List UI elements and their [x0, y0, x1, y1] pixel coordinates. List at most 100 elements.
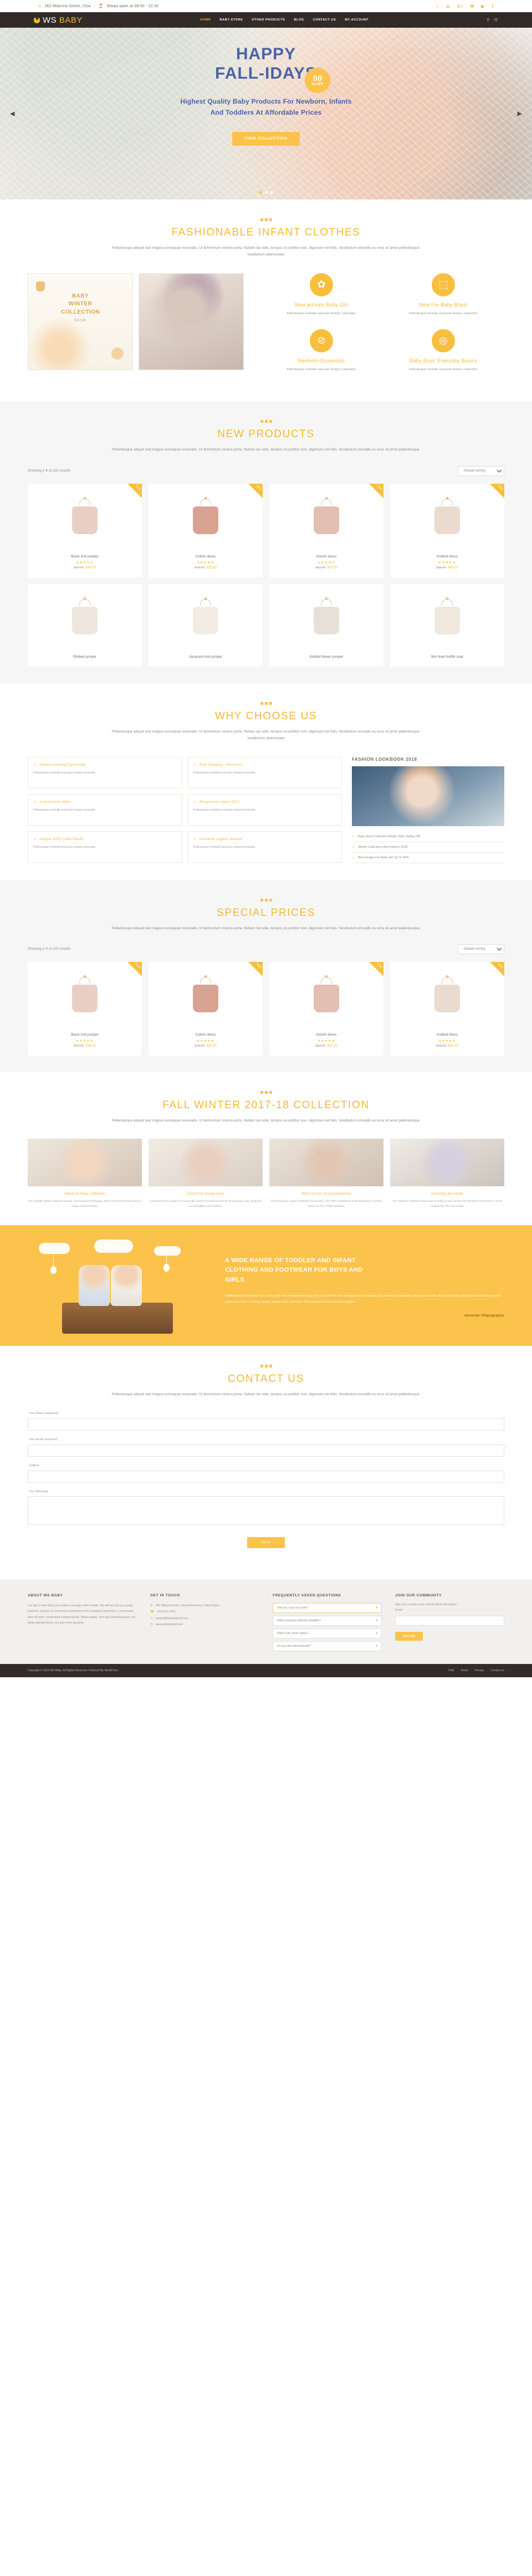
- product-image[interactable]: Sale!: [28, 483, 142, 549]
- shop-toolbar: Showing 1-8 of 122 results Default sorti…: [28, 465, 504, 476]
- collection-image: [390, 1139, 504, 1187]
- why-card[interactable]: ✓ Cool Custom Slider Pellentesque molestie…: [28, 793, 182, 826]
- name-input[interactable]: [28, 1418, 504, 1431]
- hero-pagination[interactable]: [259, 191, 273, 194]
- product-name: Cotton dress: [195, 554, 216, 559]
- footer-link-faq[interactable]: FAQ: [448, 1669, 454, 1672]
- facebook-icon[interactable]: f: [492, 4, 493, 9]
- subject-field-label: Subject: [29, 1463, 39, 1467]
- results-count: Showing 1-8 of 122 results: [28, 469, 70, 473]
- lookbook-list: ✓ Baby Boy's Collection Winter Style Sell…: [352, 832, 504, 863]
- collection-card[interactable]: Dressing Like Adults The Children's Colle…: [390, 1139, 504, 1208]
- hero-dot-1[interactable]: [259, 191, 262, 194]
- product-image[interactable]: [149, 583, 263, 649]
- why-card[interactable]: ✓ Customer support services Pellentesque m…: [187, 831, 342, 863]
- hero-dot-3[interactable]: [270, 191, 273, 194]
- feature-card[interactable]: ⊘ Newborn Essentials Pellentesque molest…: [260, 329, 382, 373]
- hero-dot-2[interactable]: [264, 191, 268, 194]
- search-icon[interactable]: ⚲: [487, 18, 489, 22]
- product-image[interactable]: Sale!: [149, 483, 263, 549]
- product-image[interactable]: Sale!: [269, 961, 383, 1027]
- product-price: $58.00 $42.00: [436, 1044, 458, 1048]
- message-textarea[interactable]: [28, 1496, 504, 1525]
- product-image[interactable]: Sale!: [149, 961, 263, 1027]
- footer-link-privacy[interactable]: Privacy: [475, 1669, 484, 1672]
- twitter-icon[interactable]: ✉: [470, 4, 474, 9]
- send-button[interactable]: Send: [247, 1537, 285, 1548]
- faq-item[interactable]: How do I track my order? ▾: [273, 1602, 382, 1613]
- faq-item[interactable]: What is the return policy? ▾: [273, 1628, 382, 1638]
- product-card[interactable]: Sale! Cotton dress ★★★★★ $48.00 $32.00: [149, 961, 263, 1056]
- linkedin-icon[interactable]: in: [446, 4, 450, 9]
- email-input[interactable]: [28, 1444, 504, 1457]
- product-card[interactable]: Sale! Basic knit jumper ★★★★★ $54.00 $39.00: [28, 961, 142, 1056]
- product-card[interactable]: Sale! Denim dress ★★★★★ $52.00 $37.00: [269, 961, 383, 1056]
- product-image[interactable]: [390, 583, 504, 649]
- cart-icon[interactable]: 🛒: [494, 18, 499, 22]
- product-image[interactable]: [28, 583, 142, 649]
- youtube-icon[interactable]: ▶: [481, 4, 484, 9]
- why-card[interactable]: ✓ Unique 100% Quick Result Pellentesque mo…: [28, 831, 182, 863]
- sort-select[interactable]: Default sorting: [458, 944, 504, 954]
- product-image[interactable]: Sale!: [390, 483, 504, 549]
- instagram-icon[interactable]: □: [436, 4, 439, 9]
- subscribe-button[interactable]: Subscribe: [395, 1631, 423, 1641]
- product-image[interactable]: [269, 583, 383, 649]
- product-card[interactable]: Jacquard knit jumper: [149, 583, 263, 667]
- nav-item-baby-store[interactable]: BABY STORE: [220, 18, 243, 22]
- lookbook-list-item[interactable]: ✓ Best Design For Baby Girl Up To 60%: [352, 853, 504, 863]
- hero-next-arrow[interactable]: ▶: [518, 110, 522, 117]
- product-card[interactable]: Knitted flower jumper: [269, 583, 383, 667]
- band-heading-line3: GIRLS: [225, 1276, 245, 1283]
- product-image[interactable]: Sale!: [28, 961, 142, 1027]
- feature-card[interactable]: ✿ New arrivals Baby Girl Pellentesque mo…: [260, 273, 382, 317]
- collection-card[interactable]: Newborn Baby Collection The Versatile Sty…: [28, 1139, 142, 1208]
- googleplus-icon[interactable]: G+: [457, 4, 463, 9]
- collection-card[interactable]: Dress For Young Ones Colourful Knit For L…: [149, 1139, 263, 1208]
- name-field-label: Your Name (required): [29, 1411, 58, 1415]
- faq-item[interactable]: Which payment methods available? ▾: [273, 1615, 382, 1626]
- footer-link-contact[interactable]: Contact Us: [490, 1669, 504, 1672]
- product-card[interactable]: Sale! Basic knit jumper ★★★★★ $54.00 $39.00: [28, 483, 142, 577]
- why-card[interactable]: ✓ Responsive Layout 2017 Pellentesque mole…: [187, 793, 342, 826]
- product-name: Denim dress: [316, 1032, 337, 1037]
- feature-card[interactable]: ⬚ New For Baby Boys! Pellentesque molest…: [382, 273, 504, 317]
- hero-prev-arrow[interactable]: ◀: [10, 110, 14, 117]
- collection-card[interactable]: Must Go For Young Gentlemen From Everyday…: [269, 1139, 383, 1208]
- nav-item-my-account[interactable]: MY ACCOUNT: [345, 18, 369, 22]
- why-card[interactable]: ✓ Free Shipping + Discounts Pellentesque m…: [187, 756, 342, 788]
- nav-item-home[interactable]: HOME: [201, 18, 211, 22]
- nav-item-contact-us[interactable]: CONTACT US: [313, 18, 336, 22]
- why-card[interactable]: ✓ Fastest Growing Community Pellentesque m…: [28, 756, 182, 788]
- product-card[interactable]: Sale! Knitted dress ★★★★★ $58.00 $42.00: [390, 483, 504, 577]
- subject-input[interactable]: [28, 1470, 504, 1483]
- why-cards: ✓ Fastest Growing Community Pellentesque m…: [28, 756, 342, 863]
- hero-title: HAPPY FALL-IDAYS: [28, 44, 504, 84]
- winter-collection-poster[interactable]: BABY WINTER COLLECTION 2018: [28, 273, 133, 370]
- why-card-text: Pellentesque molestie erat justo tempus …: [193, 771, 256, 775]
- product-image[interactable]: Sale!: [390, 961, 504, 1027]
- footer-link-terms[interactable]: Terms: [461, 1669, 468, 1672]
- product-card[interactable]: Sale! Knitted dress ★★★★★ $58.00 $42.00: [390, 961, 504, 1056]
- product-card[interactable]: Ribbed jumper: [28, 583, 142, 667]
- site-logo[interactable]: WS BABY: [33, 16, 83, 25]
- section-dots: [28, 1365, 504, 1368]
- product-card[interactable]: Mix lined buffet coat: [390, 583, 504, 667]
- nav-item-blog[interactable]: BLOG: [294, 18, 304, 22]
- newsletter-email-input[interactable]: [395, 1615, 504, 1626]
- product-image[interactable]: Sale!: [269, 483, 383, 549]
- product-price: $54.00 $39.00: [74, 1044, 96, 1048]
- feature-card[interactable]: ◎ Baby Boys' Everyday Basics Pellentesqu…: [382, 329, 504, 373]
- hero-cta-button[interactable]: VIEW COLLECTION: [232, 131, 300, 146]
- lookbook-image[interactable]: [352, 766, 504, 826]
- faq-item[interactable]: Do you ship internationally? ▾: [273, 1641, 382, 1651]
- product-card[interactable]: Sale! Cotton dress ★★★★★ $48.00 $32.00: [149, 483, 263, 577]
- header-actions: ⚲ 🛒: [487, 18, 499, 22]
- sort-select[interactable]: Default sorting: [458, 465, 504, 476]
- product-card[interactable]: Sale! Denim dress ★★★★★ $52.00 $37.00: [269, 483, 383, 577]
- mail-icon: ✉: [150, 1616, 153, 1620]
- lookbook-list-item[interactable]: ✓ Baby Boy's Collection Winter Style Sell…: [352, 832, 504, 842]
- product-name: Mix lined buffet coat: [431, 654, 463, 659]
- lookbook-list-item[interactable]: ✓ Winter Collection Ultra Fashion 2018: [352, 842, 504, 853]
- nav-item-other-products[interactable]: OTHER PRODUCTS: [252, 18, 285, 22]
